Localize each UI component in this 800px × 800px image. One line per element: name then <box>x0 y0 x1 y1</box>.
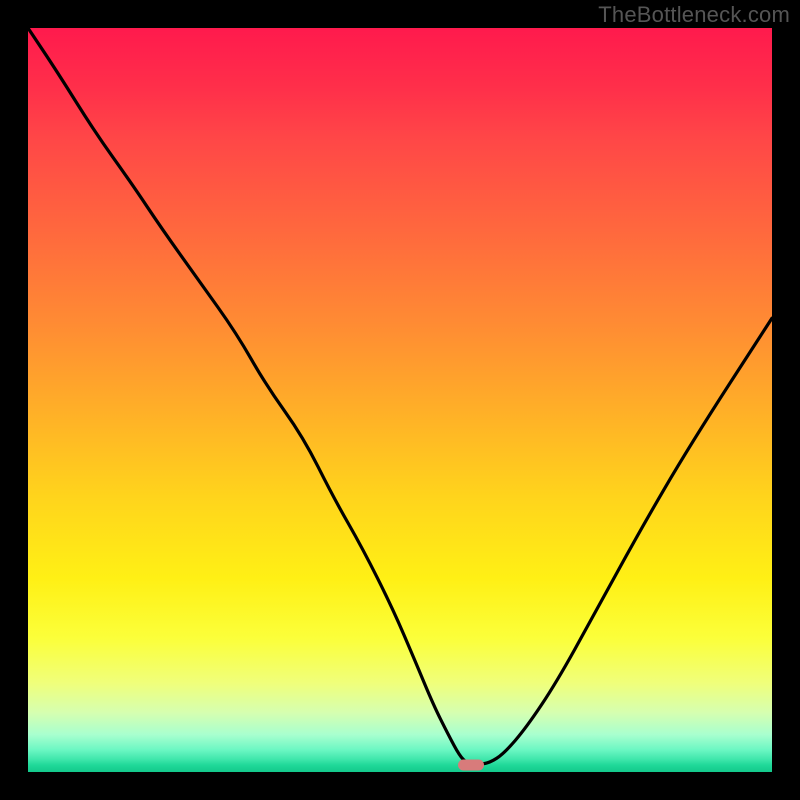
watermark-text: TheBottleneck.com <box>598 2 790 28</box>
minimum-marker <box>458 759 484 770</box>
bottleneck-curve <box>28 28 772 772</box>
plot-area <box>28 28 772 772</box>
chart-frame: TheBottleneck.com <box>0 0 800 800</box>
